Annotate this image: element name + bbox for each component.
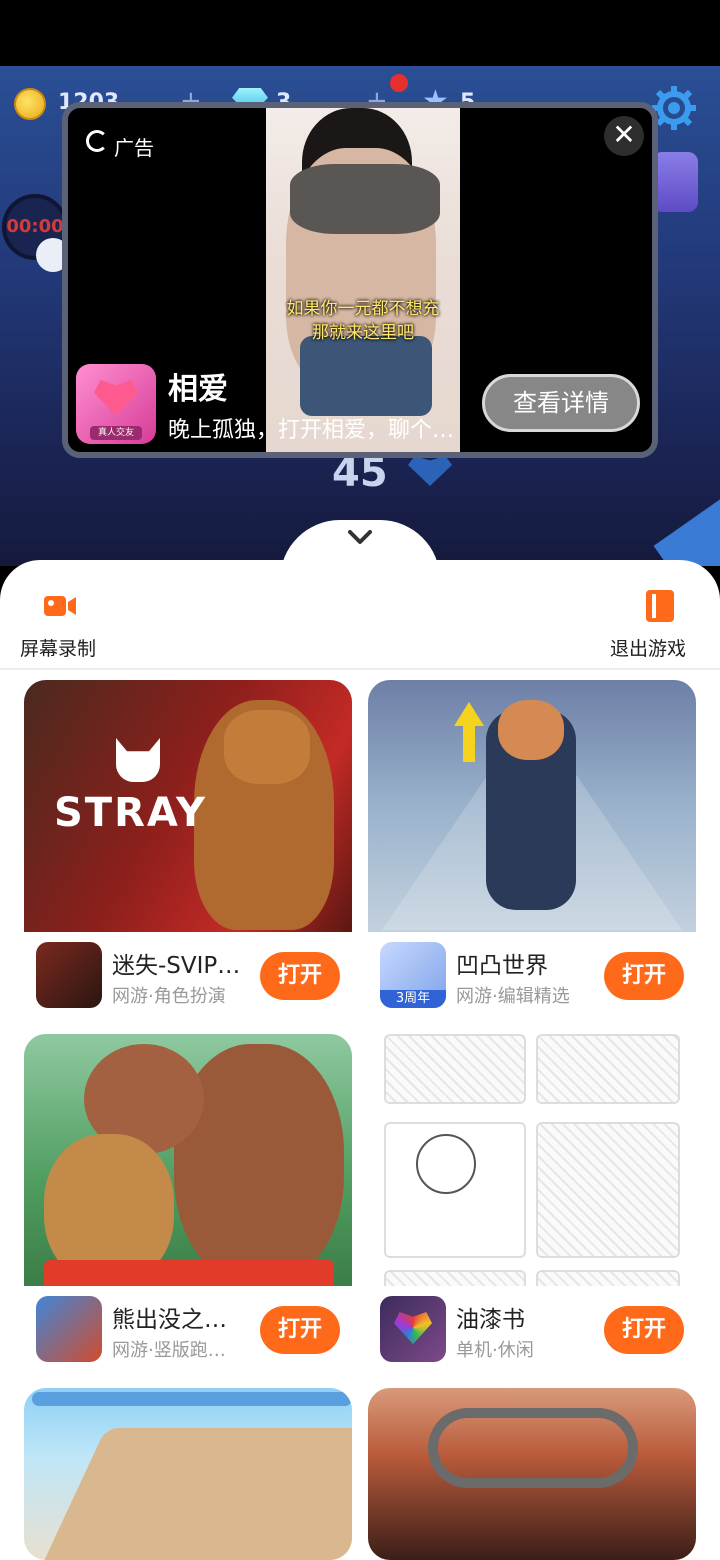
exit-game-label: 退出游戏 xyxy=(610,638,687,660)
heart-icon xyxy=(394,1312,432,1344)
game-title: 熊出没之… xyxy=(112,1307,227,1333)
game-app-icon[interactable] xyxy=(380,1296,446,1362)
heart-shape xyxy=(408,456,452,486)
open-button[interactable]: 打开 xyxy=(260,1306,340,1354)
card-info: 油漆书 单机·休闲 打开 xyxy=(368,1286,696,1380)
action-row: 屏幕录制 退出游戏 xyxy=(0,560,720,670)
game-banner[interactable] xyxy=(24,1034,352,1286)
coloring-page xyxy=(384,1270,526,1286)
cat-logo-icon xyxy=(116,738,160,782)
status-bar xyxy=(0,0,720,66)
game-app-icon[interactable] xyxy=(36,942,102,1008)
open-button[interactable]: 打开 xyxy=(604,952,684,1000)
purple-prop xyxy=(652,152,698,212)
ad-caption-line1: 如果你一元都不想充 xyxy=(286,299,440,319)
ad-video[interactable]: 如果你一元都不想充 那就来这里吧 xyxy=(266,108,460,452)
coloring-page xyxy=(536,1034,680,1104)
notification-dot xyxy=(390,74,408,92)
game-banner[interactable] xyxy=(368,1034,696,1286)
ad-label: 广告 xyxy=(114,136,154,160)
game-subtitle: 网游·角色扮演 xyxy=(112,986,226,1007)
open-button[interactable]: 打开 xyxy=(260,952,340,1000)
card-info: 迷失-SVIP… 网游·角色扮演 打开 xyxy=(24,932,352,1026)
screen-record-button[interactable]: 屏幕录制 xyxy=(20,584,110,664)
card-info: 熊出没之… 网游·竖版跑… 打开 xyxy=(24,1286,352,1380)
open-button[interactable]: 打开 xyxy=(604,1306,684,1354)
anniversary-badge: 3周年 xyxy=(380,990,446,1008)
game-banner[interactable] xyxy=(368,680,696,932)
game-subtitle: 单机·休闲 xyxy=(456,1340,534,1361)
chevron-down-icon[interactable] xyxy=(344,526,376,550)
game-hud-bar xyxy=(32,1392,352,1406)
game-card-bears[interactable]: 熊出没之… 网游·竖版跑… 打开 xyxy=(24,1034,352,1380)
ad-figure-shorts xyxy=(300,336,432,416)
game-title: 凹凸世界 xyxy=(456,953,548,979)
game-subtitle: 网游·编辑精选 xyxy=(456,986,570,1007)
game-title: 迷失-SVIP… xyxy=(112,953,241,979)
game-card-stray[interactable]: STRAY 迷失-SVIP… 网游·角色扮演 打开 xyxy=(24,680,352,1026)
game-title: 油漆书 xyxy=(456,1307,525,1333)
game-banner[interactable]: STRAY xyxy=(24,680,352,932)
ad-logo-icon xyxy=(86,130,108,152)
ad-caption-line2: 那就来这里吧 xyxy=(312,323,414,343)
game-card-aotu[interactable]: 3周年 凹凸世界 网游·编辑精选 打开 xyxy=(368,680,696,1026)
coloring-page xyxy=(536,1270,680,1286)
corner-stripe xyxy=(653,477,720,566)
coin-icon xyxy=(14,88,46,120)
ad-app-badge: 真人交友 xyxy=(90,426,142,440)
game-center-sheet: 屏幕录制 退出游戏 STRAY 迷失-SVIP… 网游·角色扮演 打开 3周年 … xyxy=(0,560,720,1560)
game-app-icon[interactable]: 3周年 xyxy=(380,942,446,1008)
close-icon[interactable]: ✕ xyxy=(604,116,644,156)
game-card-island[interactable] xyxy=(24,1388,352,1560)
game-banner[interactable] xyxy=(368,1388,696,1560)
game-card-paint[interactable]: 油漆书 单机·休闲 打开 xyxy=(368,1034,696,1380)
coloring-page xyxy=(384,1034,526,1104)
ad-app-name: 相爱 xyxy=(168,372,228,407)
exit-game-button[interactable]: 退出游戏 xyxy=(610,584,710,664)
view-details-button[interactable]: 查看详情 xyxy=(482,374,640,432)
cat-head xyxy=(224,710,310,784)
game-banner[interactable] xyxy=(24,1388,352,1560)
ad-app-icon[interactable]: 真人交友 xyxy=(76,364,156,444)
ad-figure-top xyxy=(290,164,440,234)
game-card-coaster[interactable] xyxy=(368,1388,696,1560)
island-platform xyxy=(24,1428,352,1560)
game-logo-text: STRAY xyxy=(54,790,207,836)
up-arrow-icon xyxy=(454,702,484,762)
ad-app-desc: 晚上孤独，打开相爱，聊个… xyxy=(168,418,455,443)
coaster-track xyxy=(428,1408,638,1488)
ad-popup[interactable]: 如果你一元都不想充 那就来这里吧 广告 ✕ 真人交友 相爱 晚上孤独，打开相爱，… xyxy=(62,102,658,458)
video-camera-icon xyxy=(44,596,76,616)
character-head xyxy=(498,700,564,760)
coloring-face xyxy=(416,1134,476,1194)
screen-record-label: 屏幕录制 xyxy=(20,638,97,660)
game-app-icon[interactable] xyxy=(36,1296,102,1362)
game-subtitle: 网游·竖版跑… xyxy=(112,1340,226,1361)
banner-title-graphic xyxy=(44,1260,334,1286)
coloring-page xyxy=(536,1122,680,1258)
exit-door-icon xyxy=(646,590,674,622)
heart-icon xyxy=(94,380,138,416)
card-info: 3周年 凹凸世界 网游·编辑精选 打开 xyxy=(368,932,696,1026)
